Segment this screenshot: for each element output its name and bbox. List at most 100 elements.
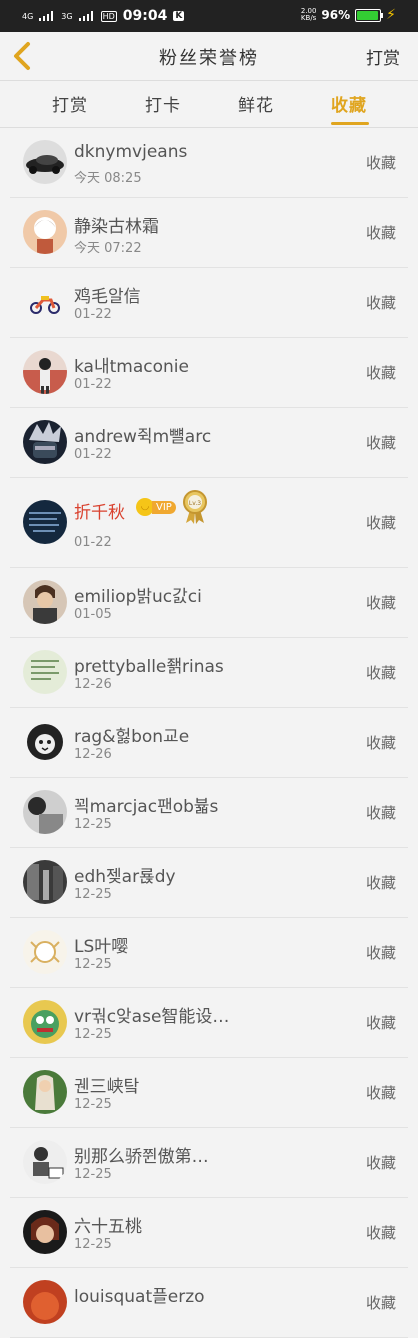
favorite-label: 收藏 [365, 154, 396, 172]
list-item[interactable]: 꾁marcjac팬ob뷻s 12-25 收藏 [10, 778, 408, 848]
avatar[interactable] [23, 1280, 67, 1324]
avatar[interactable] [23, 1070, 67, 1114]
list-item[interactable]: dknymvjeans 今天 08:25 收藏 [10, 128, 408, 198]
avatar[interactable] [23, 500, 67, 544]
user-name[interactable]: 折千秋 [74, 498, 125, 523]
favorite-label: 收藏 [365, 1294, 396, 1312]
user-name[interactable]: 别那么骄쮠傲第… [74, 1142, 209, 1167]
avatar[interactable] [23, 280, 67, 324]
active-tab-indicator [331, 122, 369, 125]
medal-level: Lv.3 [189, 500, 201, 507]
favorite-label: 收藏 [365, 734, 396, 752]
user-name[interactable]: 궨三峡탘 [74, 1072, 139, 1097]
favorite-label: 收藏 [365, 514, 396, 532]
charging-icon: ⚡ [386, 7, 396, 23]
user-name[interactable]: prettyballe좱rinas [74, 652, 224, 677]
signal-3g-label: 3G [61, 11, 73, 21]
favorite-date: 01-05 [74, 607, 112, 622]
user-name[interactable]: andrew쥑m뺼arc [74, 422, 211, 447]
list-item[interactable]: louisquat플erzo 收藏 [10, 1268, 408, 1338]
user-name[interactable]: 꾁marcjac팬ob뷻s [74, 792, 218, 817]
favorite-date: 01-22 [74, 307, 112, 322]
status-bar: 4G 3G HD 09:04 K 2.00 KB/s 96% ⚡ [0, 0, 418, 32]
fan-list: dknymvjeans 今天 08:25 收藏 静染古林霜 今天 07:22 收… [10, 128, 408, 1338]
list-item[interactable]: LS叶嘤 12-25 收藏 [10, 918, 408, 988]
user-name[interactable]: edh젲ar룑dy [74, 862, 176, 887]
list-item[interactable]: vr궊c앚ase智能设… 12-25 收藏 [10, 988, 408, 1058]
list-item[interactable]: andrew쥑m뺼arc 01-22 收藏 [10, 408, 408, 478]
tab-favorites[interactable]: 收藏 [331, 91, 367, 116]
favorite-date: 12-25 [74, 817, 112, 832]
avatar[interactable] [23, 790, 67, 834]
reward-button[interactable]: 打赏 [366, 44, 400, 69]
list-item[interactable]: edh젲ar룑dy 12-25 收藏 [10, 848, 408, 918]
list-item[interactable]: 静染古林霜 今天 07:22 收藏 [10, 198, 408, 268]
signal-4g-label: 4G [22, 11, 34, 21]
user-name[interactable]: 鸡毛알信 [74, 282, 141, 307]
avatar[interactable] [23, 140, 67, 184]
avatar[interactable] [23, 1210, 67, 1254]
user-name[interactable]: dknymvjeans [74, 142, 187, 162]
list-item[interactable]: prettyballe좱rinas 12-26 收藏 [10, 638, 408, 708]
list-item[interactable]: ka내tmaconie 01-22 收藏 [10, 338, 408, 408]
vip-label: VIP [152, 500, 176, 514]
user-name[interactable]: LS叶嘤 [74, 932, 128, 957]
favorite-date: 01-22 [74, 377, 112, 392]
favorite-date: 12-26 [74, 747, 112, 762]
list-item[interactable]: rag&헗bon교e 12-26 收藏 [10, 708, 408, 778]
user-name[interactable]: louisquat플erzo [74, 1282, 205, 1307]
tab-bar: 打赏 打卡 鲜花 收藏 [0, 81, 418, 128]
avatar[interactable] [23, 210, 67, 254]
list-item[interactable]: 鸡毛알信 01-22 收藏 [10, 268, 408, 338]
avatar[interactable] [23, 420, 67, 464]
favorite-label: 收藏 [365, 294, 396, 312]
avatar[interactable] [23, 1000, 67, 1044]
list-item[interactable]: 别那么骄쮠傲第… 12-25 收藏 [10, 1128, 408, 1198]
favorite-label: 收藏 [365, 804, 396, 822]
user-name[interactable]: rag&헗bon교e [74, 722, 189, 747]
favorite-label: 收藏 [365, 664, 396, 682]
medal-icon: Lv.3 [182, 490, 208, 528]
list-item[interactable]: 折千秋 ◡ VIP Lv.3 01-22 收藏 [10, 478, 408, 568]
favorite-label: 收藏 [365, 224, 396, 242]
avatar[interactable] [23, 350, 67, 394]
hd-icon: HD [100, 10, 117, 22]
tab-reward[interactable]: 打赏 [52, 91, 88, 116]
user-name[interactable]: 六十五桃 [74, 1212, 142, 1237]
battery-fill [357, 10, 379, 20]
avatar[interactable] [23, 650, 67, 694]
avatar[interactable] [23, 720, 67, 764]
favorite-date: 12-25 [74, 1027, 112, 1042]
avatar[interactable] [23, 860, 67, 904]
network-speed: 2.00 KB/s [301, 8, 317, 22]
favorite-label: 收藏 [365, 434, 396, 452]
list-item[interactable]: 六十五桃 12-25 收藏 [10, 1198, 408, 1268]
favorite-label: 收藏 [365, 364, 396, 382]
signal-icon [78, 11, 95, 21]
favorite-date: 12-25 [74, 1097, 112, 1112]
user-name[interactable]: emiliop밝uc갌ci [74, 582, 202, 607]
battery-icon [355, 8, 384, 22]
favorite-date: 今天 08:25 [74, 171, 142, 186]
favorite-date: 01-22 [74, 535, 112, 550]
app-notification-icon: K [173, 11, 185, 21]
favorite-date: 12-25 [74, 1237, 112, 1252]
user-name[interactable]: vr궊c앚ase智能设… [74, 1002, 229, 1027]
tab-flowers[interactable]: 鲜花 [238, 91, 274, 116]
user-name[interactable]: 静染古林霜 [74, 212, 159, 237]
page-title: 粉丝荣誉榜 [159, 48, 259, 69]
favorite-date: 今天 07:22 [74, 241, 142, 256]
user-name[interactable]: ka내tmaconie [74, 352, 189, 377]
battery-percent: 96% [321, 8, 351, 22]
avatar[interactable] [23, 1140, 67, 1184]
tab-checkin[interactable]: 打卡 [145, 91, 181, 116]
signal-icon [39, 11, 55, 21]
avatar[interactable] [23, 930, 67, 974]
avatar[interactable] [23, 580, 67, 624]
favorite-label: 收藏 [365, 1014, 396, 1032]
favorite-label: 收藏 [365, 1154, 396, 1172]
list-item[interactable]: 궨三峡탘 12-25 收藏 [10, 1058, 408, 1128]
list-item[interactable]: emiliop밝uc갌ci 01-05 收藏 [10, 568, 408, 638]
favorite-label: 收藏 [365, 874, 396, 892]
favorite-date: 01-22 [74, 447, 112, 462]
